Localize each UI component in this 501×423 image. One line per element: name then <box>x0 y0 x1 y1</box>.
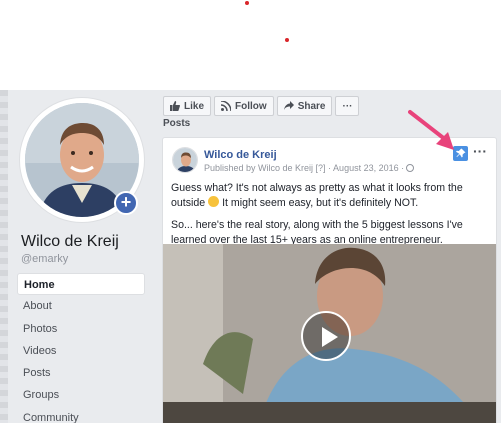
post-video[interactable] <box>163 244 496 423</box>
post-paragraph-1: Guess what? It's not always as pretty as… <box>171 181 491 211</box>
follow-label: Follow <box>235 100 267 112</box>
share-icon <box>283 101 294 111</box>
smiley-emoji-icon <box>208 196 220 207</box>
posts-title-text: Posts <box>163 119 191 127</box>
annotation-arrow-icon <box>408 110 454 150</box>
post-meta: Published by Wilco de Kreij [?] · August… <box>204 163 415 173</box>
page-actions: Like Follow Share ··· <box>163 96 360 116</box>
more-label: ··· <box>342 100 353 112</box>
posts-section-title: Posts <box>163 119 190 127</box>
nav-item-videos[interactable]: Videos <box>17 340 145 362</box>
nav-item-community[interactable]: Community <box>17 407 145 423</box>
pinned-post-card: Wilco de Kreij Published by Wilco de Kre… <box>162 137 497 423</box>
nav-item-about[interactable]: About <box>17 295 145 317</box>
nav-item-home[interactable]: Home <box>17 273 145 296</box>
more-actions-button[interactable]: ··· <box>335 96 360 116</box>
nav-item-groups[interactable]: Groups <box>17 384 145 406</box>
red-dot <box>285 38 289 42</box>
nav-item-posts[interactable]: Posts <box>17 362 145 384</box>
profile-name: Wilco de Kreij <box>21 233 119 250</box>
post-options-button[interactable]: ··· <box>473 143 487 159</box>
post-text-part: It might seem easy, but it's definitely … <box>222 197 419 209</box>
like-button[interactable]: Like <box>163 96 212 116</box>
page-nav: Home About Photos Videos Posts Groups Co… <box>17 273 145 423</box>
page-edge <box>0 90 8 423</box>
like-icon <box>170 101 180 111</box>
profile-handle: @emarky <box>21 253 69 265</box>
post-meta-text: Published by Wilco de Kreij [?] · August… <box>204 163 405 173</box>
add-photo-button[interactable]: + <box>114 191 138 215</box>
like-label: Like <box>184 100 205 112</box>
follow-button[interactable]: Follow <box>214 96 274 116</box>
screenshot: + Wilco de Kreij @emarky Home About Phot… <box>0 0 501 423</box>
post-author-link[interactable]: Wilco de Kreij <box>204 149 277 161</box>
nav-item-photos[interactable]: Photos <box>17 318 145 340</box>
red-dot <box>245 1 249 5</box>
share-label: Share <box>297 100 326 112</box>
play-icon[interactable] <box>301 311 351 361</box>
post-author-avatar[interactable] <box>172 147 198 173</box>
globe-icon <box>406 164 415 172</box>
follow-icon <box>221 101 232 111</box>
share-button[interactable]: Share <box>276 96 333 116</box>
